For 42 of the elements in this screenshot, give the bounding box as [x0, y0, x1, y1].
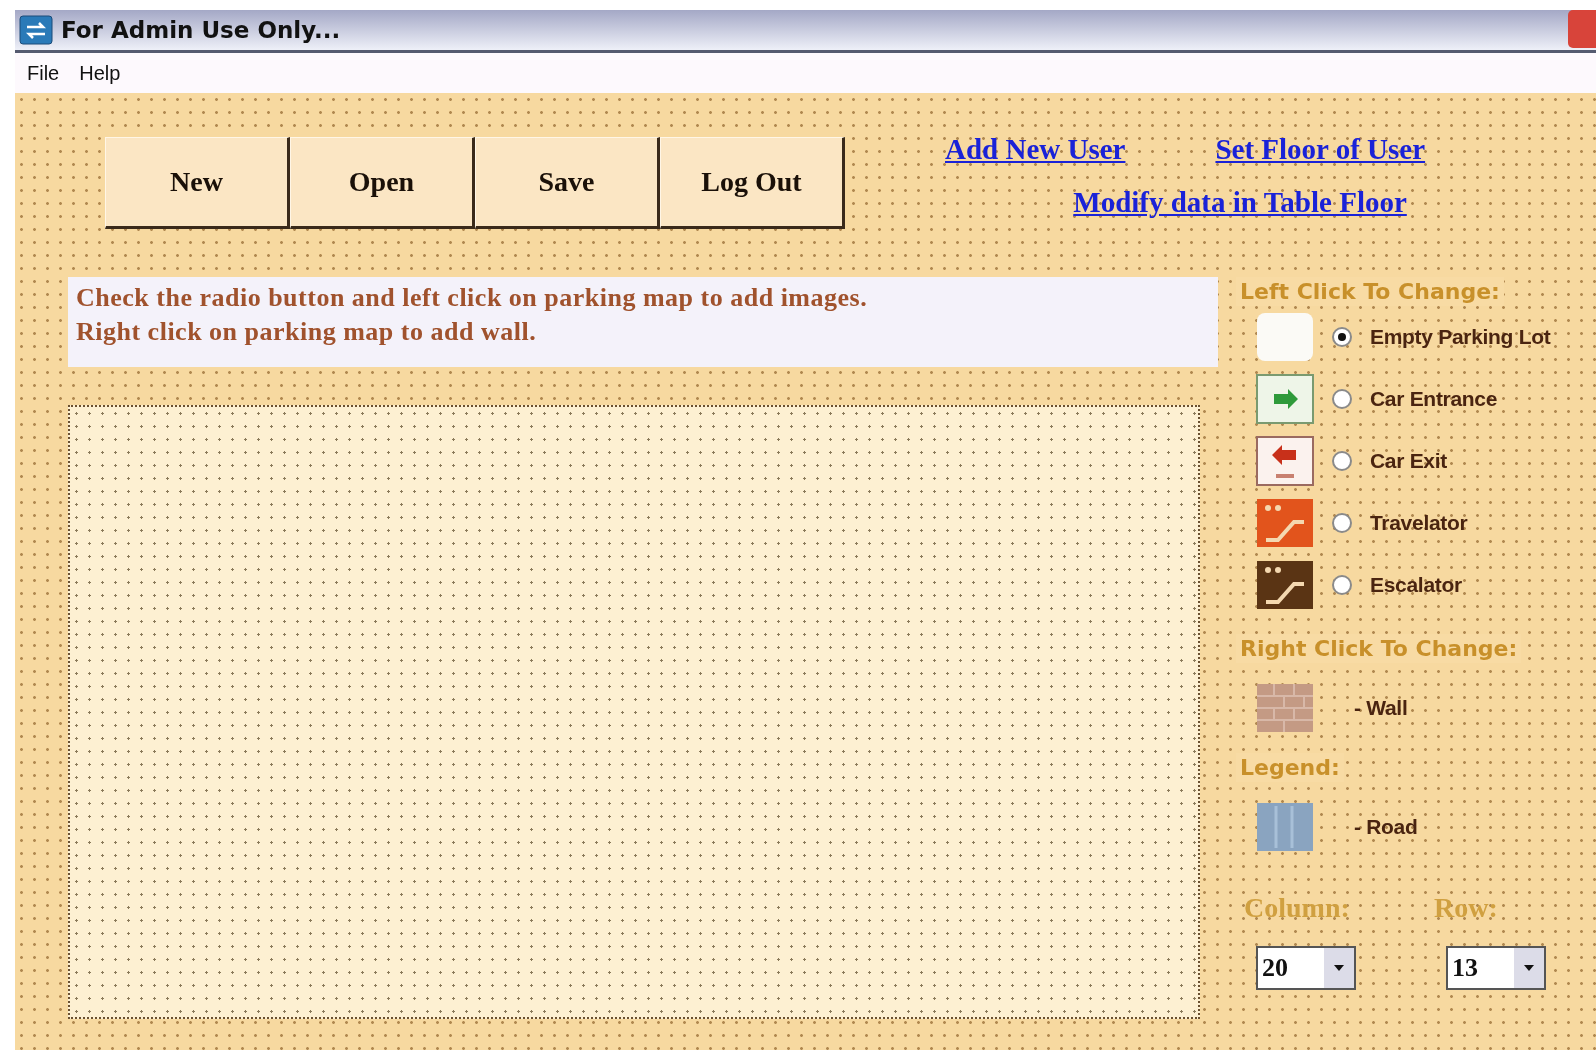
option-label: Escalator — [1370, 573, 1462, 597]
option-label: Car Entrance — [1370, 387, 1498, 411]
toolbar-button[interactable]: Open — [290, 137, 475, 229]
link[interactable]: Set Floor of User — [1215, 133, 1426, 166]
section-heading: Left Click To Change: — [1236, 277, 1504, 306]
toolbar-button[interactable]: New — [105, 137, 290, 229]
exit-icon — [1256, 436, 1314, 486]
dropdown-caret-icon — [1523, 964, 1535, 972]
link[interactable]: Modify data in Table Floor — [1073, 186, 1407, 219]
instruction-text: Check the radio button and left click on parking map to add images. — [76, 283, 869, 313]
radio-button[interactable] — [1332, 575, 1352, 595]
radio-button[interactable] — [1332, 389, 1352, 409]
instruction-text: Right click on parking map to add wall. — [76, 317, 538, 347]
column-dropdown[interactable]: 20 — [1256, 946, 1356, 990]
legend-label: - Wall — [1354, 696, 1408, 720]
option-label: Travelator — [1370, 511, 1468, 535]
link[interactable]: Add New User — [945, 133, 1126, 166]
toolbar-button[interactable]: Save — [475, 137, 660, 229]
escalator-icon — [1256, 560, 1314, 610]
legend-label: - Road — [1354, 815, 1418, 839]
section-heading: Right Click To Change: — [1236, 634, 1522, 663]
radio-button[interactable] — [1332, 451, 1352, 471]
brick-wall-icon — [1256, 683, 1314, 733]
menu-item[interactable]: File — [27, 61, 60, 85]
column-label: Column: — [1244, 892, 1351, 924]
road-tile-icon — [1256, 802, 1314, 852]
dropdown-caret-icon — [1333, 964, 1345, 972]
toolbar-button[interactable]: Log Out — [660, 137, 845, 229]
row-label: Row: — [1434, 892, 1499, 924]
radio-button[interactable] — [1332, 513, 1352, 533]
entrance-icon — [1256, 374, 1314, 424]
row-dropdown[interactable]: 13 — [1446, 946, 1546, 990]
option-label: Empty Parking Lot — [1370, 325, 1551, 349]
section-heading: Legend: — [1236, 753, 1344, 782]
app-icon — [19, 15, 53, 45]
parking-map-grid[interactable] — [68, 405, 1200, 1019]
menu-item[interactable]: Help — [79, 61, 121, 85]
option-label: Car Exit — [1370, 449, 1447, 473]
empty-tile-icon — [1256, 312, 1314, 362]
escalator-icon — [1256, 498, 1314, 548]
window-title: For Admin Use Only... — [61, 17, 341, 43]
radio-button[interactable] — [1332, 327, 1352, 347]
